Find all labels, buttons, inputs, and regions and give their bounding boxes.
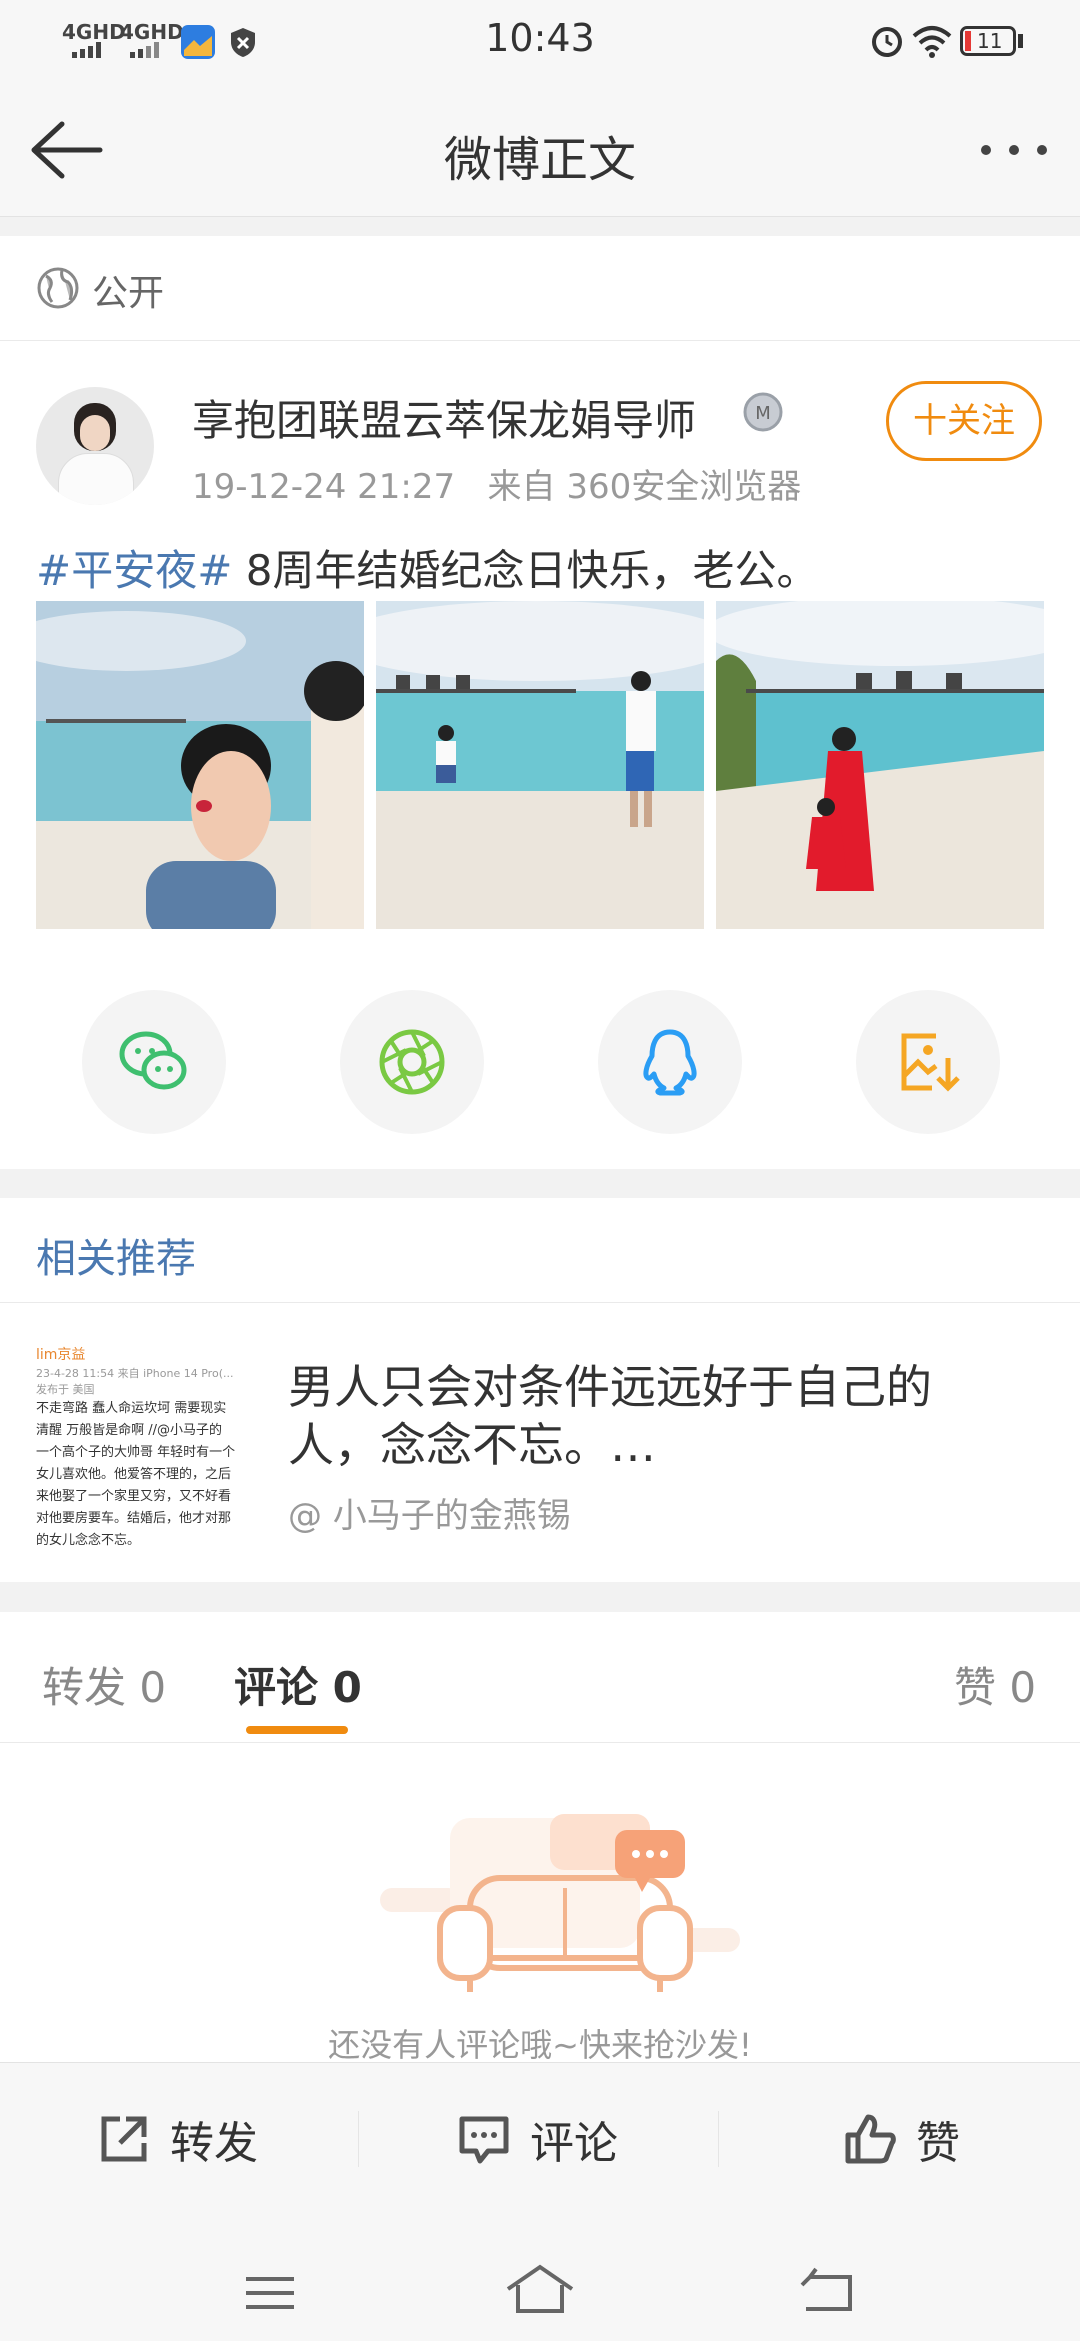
comment-label: 评论 bbox=[530, 2118, 618, 2169]
follow-button[interactable]: 十关注 bbox=[886, 381, 1042, 461]
thumb-header: lim京益 bbox=[36, 1347, 86, 1363]
post-photo-2[interactable] bbox=[376, 601, 704, 929]
thumb-line: 清醒 万般皆是命啊 //@小马子的 bbox=[36, 1423, 223, 1438]
back-nav-icon[interactable] bbox=[796, 2267, 856, 2313]
active-tab-indicator bbox=[246, 1726, 348, 1734]
nav-bar: 微博正文 bbox=[0, 84, 1080, 217]
author-name[interactable]: 享抱团联盟云萃保龙娟导师 bbox=[192, 387, 696, 448]
related-title: 相关推荐 bbox=[36, 1236, 196, 1282]
thumb-date: 23-4-28 11:54 来自 iPhone 14 Pro(... bbox=[36, 1367, 234, 1380]
repost-icon bbox=[101, 2116, 147, 2162]
tab-like[interactable]: 赞 0 bbox=[954, 1654, 1036, 1715]
globe-icon bbox=[37, 267, 79, 309]
divider bbox=[718, 2111, 719, 2167]
bottom-action-bar: 转发 评论 赞 bbox=[0, 2062, 1080, 2341]
post-meta: 19-12-24 21:27 来自 360安全浏览器 bbox=[192, 467, 802, 507]
comment-icon bbox=[459, 2116, 509, 2164]
alarm-icon bbox=[872, 27, 902, 57]
status-bar: 4GHD 4GHD 10:43 11 bbox=[0, 0, 1080, 84]
comments-section: 转发 0 评论 0 赞 0 还没有人评论哦~快来抢沙发! bbox=[0, 1612, 1080, 2064]
wechat-icon bbox=[119, 1031, 187, 1090]
post-text: #平安夜# 8周年结婚纪念日快乐，老公。 bbox=[36, 537, 818, 598]
qq-icon bbox=[643, 1029, 697, 1096]
repost-label: 转发 bbox=[170, 2118, 258, 2169]
related-item-source[interactable]: @ 小马子的金燕锡 bbox=[288, 1488, 571, 1537]
visibility-row: 公开 bbox=[0, 236, 1080, 341]
thumb-line: 来他娶了一个家里又穷，又不好看 bbox=[36, 1489, 232, 1504]
post-photo-1[interactable] bbox=[36, 601, 364, 929]
repost-button[interactable]: 转发 bbox=[98, 2107, 258, 2171]
thumb-line: 的女儿念念不忘。 bbox=[36, 1533, 141, 1548]
like-button[interactable]: 赞 bbox=[844, 2107, 960, 2171]
avatar[interactable] bbox=[36, 387, 154, 505]
thumb-location: 发布于 美国 bbox=[36, 1383, 95, 1396]
menu-icon[interactable] bbox=[242, 2273, 298, 2313]
post-hashtag[interactable]: #平安夜# bbox=[36, 546, 232, 595]
visibility-label: 公开 bbox=[92, 273, 165, 314]
more-icon[interactable] bbox=[978, 140, 1050, 160]
post-photo-3[interactable] bbox=[716, 601, 1044, 929]
share-moments-button[interactable] bbox=[340, 990, 484, 1134]
divider bbox=[0, 1302, 1080, 1303]
battery-tip bbox=[1018, 34, 1023, 48]
related-section: 相关推荐 lim京益 23-4-28 11:54 来自 iPhone 14 Pr… bbox=[0, 1198, 1080, 1582]
tab-repost[interactable]: 转发 0 bbox=[42, 1654, 166, 1715]
divider bbox=[358, 2111, 359, 2167]
medal-badge-icon: M bbox=[743, 392, 783, 432]
post-body: 8周年结婚纪念日快乐，老公。 bbox=[232, 546, 819, 595]
share-qq-button[interactable] bbox=[598, 990, 742, 1134]
thumb-line: 不走弯路 蠢人命运坎坷 需要现实 bbox=[36, 1401, 227, 1416]
thumb-line: 对他要房要车。结婚后，他才对那 bbox=[36, 1511, 232, 1526]
empty-comments-text: 还没有人评论哦~快来抢沙发! bbox=[328, 2026, 752, 2064]
empty-sofa-illustration bbox=[380, 1814, 740, 1992]
thumb-line: 女儿喜欢他。他爱答不理的，之后 bbox=[36, 1467, 232, 1482]
battery-icon: 11 bbox=[960, 26, 1016, 56]
like-label: 赞 bbox=[916, 2118, 960, 2169]
comment-button[interactable]: 评论 bbox=[458, 2107, 618, 2171]
moments-icon bbox=[379, 1029, 445, 1095]
thumb-line: 一个高个子的大帅哥 年轻时有一个 bbox=[36, 1445, 236, 1460]
save-image-button[interactable] bbox=[856, 990, 1000, 1134]
related-thumbnail[interactable]: lim京益 23-4-28 11:54 来自 iPhone 14 Pro(...… bbox=[36, 1344, 260, 1552]
share-wechat-button[interactable] bbox=[82, 990, 226, 1134]
save-image-icon bbox=[901, 1033, 960, 1092]
battery-level: 11 bbox=[977, 29, 1003, 53]
wifi-icon bbox=[912, 26, 952, 58]
related-item-title[interactable]: 男人只会对条件远远好于自己的人，念念不忘。… bbox=[288, 1358, 1008, 1474]
thumbs-up-icon bbox=[845, 2114, 896, 2164]
svg-text:M: M bbox=[755, 403, 771, 424]
home-icon[interactable] bbox=[504, 2263, 576, 2315]
divider bbox=[0, 1742, 1080, 1743]
tab-comment[interactable]: 评论 0 bbox=[234, 1654, 362, 1715]
page-title: 微博正文 bbox=[443, 132, 636, 188]
